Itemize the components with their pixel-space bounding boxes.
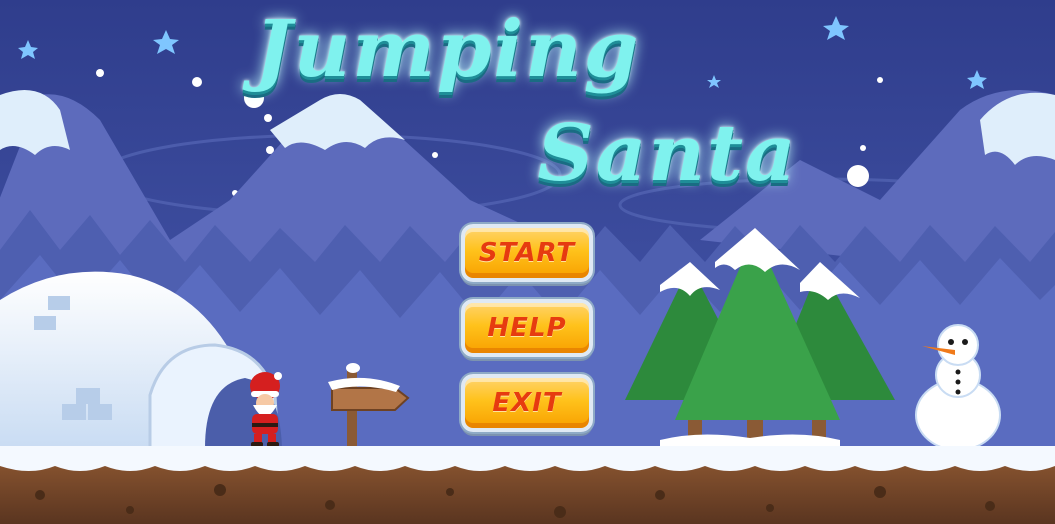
game-title-line1: Jumping [254,4,641,95]
start-button[interactable]: START [461,224,593,282]
exit-button[interactable]: EXIT [461,374,593,432]
help-button[interactable]: HELP [461,299,593,357]
snowy-ground [0,446,1055,524]
game-title-line2: Santa [537,108,798,199]
